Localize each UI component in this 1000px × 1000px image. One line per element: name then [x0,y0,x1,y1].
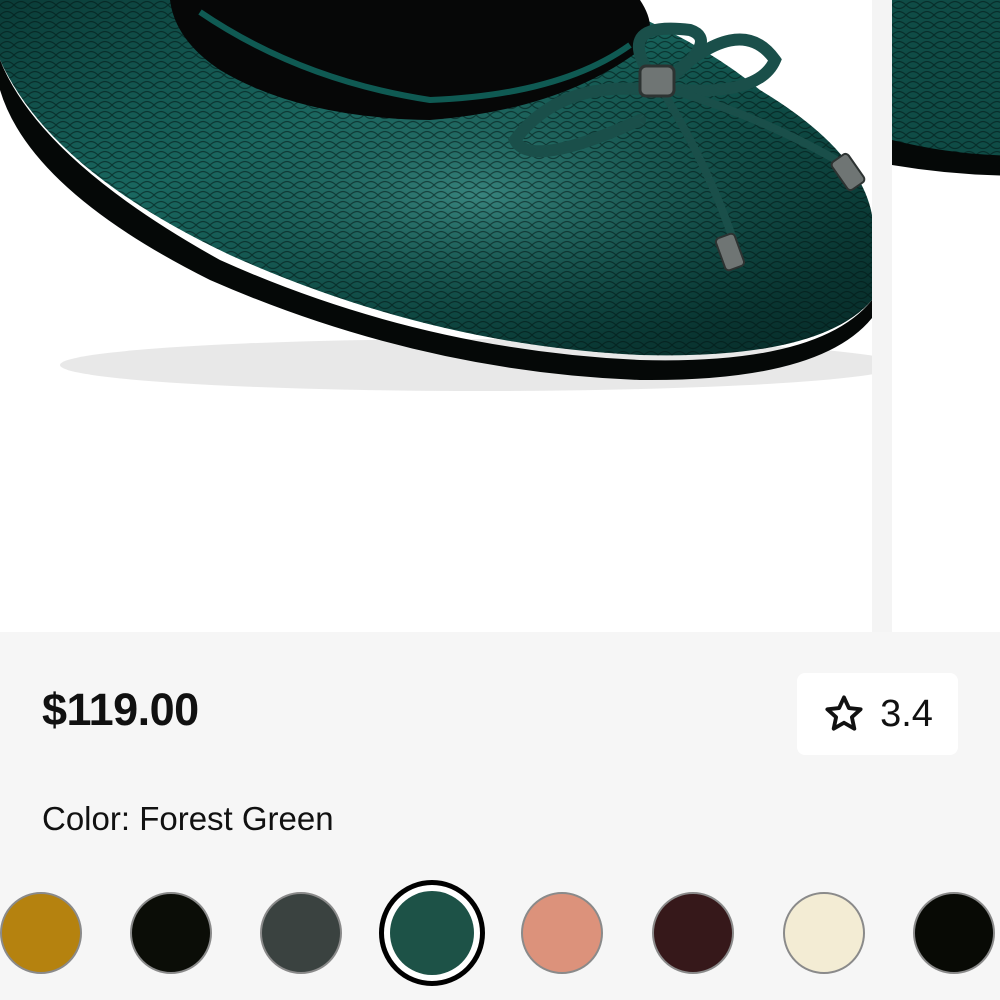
product-price: $119.00 [42,684,199,735]
shoe-illustration-next [892,0,1000,176]
swatch-forest-green[interactable] [379,880,485,986]
swatch-charcoal[interactable] [260,892,342,974]
color-label: Color: Forest Green [42,800,334,838]
shoe-illustration [0,0,872,391]
color-label-prefix: Color: [42,800,131,837]
swatch-cream[interactable] [783,892,865,974]
swatch-black[interactable] [130,892,212,974]
product-image-next[interactable] [892,0,1000,632]
selected-color-name: Forest Green [139,800,334,837]
swatch-forest-green-fill [390,891,474,975]
color-swatch-list [0,876,1000,988]
product-image-carousel[interactable] [0,0,1000,632]
product-image[interactable] [0,0,872,632]
rating-button[interactable]: 3.4 [797,673,958,755]
star-outline-icon [825,695,863,731]
swatch-mustard[interactable] [0,892,82,974]
product-detail-page: $119.00 3.4 Color: Forest Green [0,0,1000,1000]
swatch-burgundy[interactable] [652,892,734,974]
swatch-blush[interactable] [521,892,603,974]
rating-value: 3.4 [880,692,933,735]
swatch-black-2[interactable] [913,892,995,974]
